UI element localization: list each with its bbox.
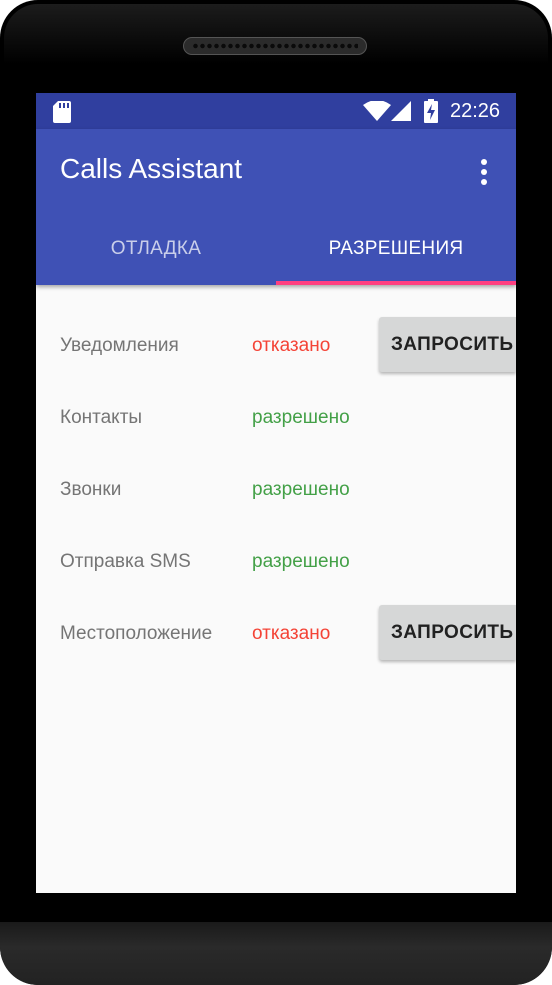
request-button-label: ЗАПРОСИТЬ xyxy=(391,622,514,643)
permission-status: отказано xyxy=(252,623,331,644)
request-button-location[interactable]: ЗАПРОСИТЬ xyxy=(379,605,516,660)
permission-status: отказано xyxy=(252,335,331,356)
permission-label: Звонки xyxy=(60,479,122,500)
permission-row-contacts: Контакты разрешено xyxy=(36,382,516,454)
permission-label: Местоположение xyxy=(60,623,213,644)
permission-row-notifications: Уведомления отказано ЗАПРОСИТЬ xyxy=(36,310,516,382)
permission-status: разрешено xyxy=(252,551,350,572)
earpiece-speaker xyxy=(183,37,367,55)
permission-label: Уведомления xyxy=(60,335,179,356)
phone-frame: 22:26 Calls Assistant ОТЛАДКА РАЗРЕШЕНИЯ… xyxy=(0,0,552,985)
permission-row-sms: Отправка SMS разрешено xyxy=(36,526,516,598)
status-clock: 22:26 xyxy=(450,100,501,122)
phone-top-bezel xyxy=(4,4,548,64)
app-bar: Calls Assistant ОТЛАДКА РАЗРЕШЕНИЯ xyxy=(36,129,516,285)
permission-row-location: Местоположение отказано ЗАПРОСИТЬ xyxy=(36,598,516,670)
request-button-label: ЗАПРОСИТЬ xyxy=(391,334,514,355)
status-bar: 22:26 xyxy=(36,93,516,129)
permission-label: Контакты xyxy=(60,407,143,428)
sd-card-icon xyxy=(53,101,71,123)
wifi-icon xyxy=(363,101,391,121)
more-vert-icon[interactable] xyxy=(472,159,496,185)
phone-bottom-bezel xyxy=(0,922,552,985)
tab-selected-indicator xyxy=(276,281,516,285)
request-button-notifications[interactable]: ЗАПРОСИТЬ xyxy=(379,317,516,372)
app-title: Calls Assistant xyxy=(60,153,243,184)
permission-status: разрешено xyxy=(252,479,350,500)
screen: 22:26 Calls Assistant ОТЛАДКА РАЗРЕШЕНИЯ… xyxy=(36,93,516,893)
permission-row-calls: Звонки разрешено xyxy=(36,454,516,526)
cell-signal-icon xyxy=(391,101,411,121)
tab-debug[interactable]: ОТЛАДКА xyxy=(36,221,276,285)
tab-permissions[interactable]: РАЗРЕШЕНИЯ xyxy=(276,221,516,285)
battery-charging-icon xyxy=(424,99,438,123)
permission-status: разрешено xyxy=(252,407,350,428)
permission-label: Отправка SMS xyxy=(60,551,191,572)
